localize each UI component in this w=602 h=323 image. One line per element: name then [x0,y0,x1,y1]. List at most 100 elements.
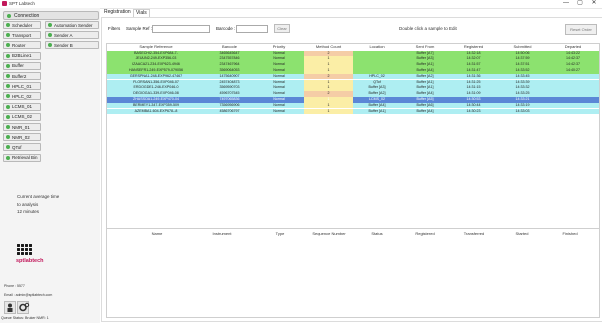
email-text: Email : admin@sptlabtech.com [4,293,53,297]
queue-table: Name Instrument Type Sequence Number Status R… [106,228,600,318]
sidebar-item-label: B2BLine1 [12,53,32,59]
sidebar-item-label: Sender A [54,32,73,38]
app-logo-icon [2,1,7,6]
sidebar-item-label: LCMS_02 [12,114,33,120]
column-header: Registered [463,44,484,49]
sidebar-item-buffer2[interactable]: Buffer2 [3,72,41,80]
avg-time-line-1: Current average time [17,194,60,199]
status-dot-icon [6,53,10,58]
sidebar-item-b2bline1[interactable]: B2BLine1 [3,51,41,60]
queue-column-header: Started [515,231,529,236]
sidebar-item-hplc-01[interactable]: HPLC_01 [3,82,41,91]
sidebar-item-label: HPLC_01 [12,83,32,89]
status-dot-icon [6,84,10,89]
reset-order-button[interactable]: Reset Order [565,24,597,35]
status-dot-icon [6,23,10,27]
logo-text: sptlabtech [16,258,44,264]
status-dot-icon [6,94,10,99]
connection-button[interactable]: Connection [3,11,99,20]
minimize-button[interactable]: — [559,0,573,8]
status-dot-icon [6,114,10,119]
column-header: Departed [564,44,582,49]
sidebar-item-label: LCMS_01 [12,104,33,110]
cell-4: Buffer [A1] [368,108,386,113]
sidebar-item-nmr-02[interactable]: NMR_02 [3,133,41,142]
status-dot-icon [6,33,10,38]
gear-icon [19,302,30,312]
sidebar-item-label: Router [12,42,26,48]
sidebar-item-hplc-02[interactable]: HPLC_02 [3,92,41,101]
sidebar-item-automation-sender[interactable]: Automation Sender [45,21,99,29]
sample-ref-input[interactable] [152,25,210,33]
sidebar-item-qtof[interactable]: QTof [3,143,41,152]
column-header: Submitted [513,44,532,49]
edit-hint: Double click a sample to Edit [399,26,457,31]
status-dot-icon [6,74,10,78]
user-icon [7,303,13,312]
sidebar-item-buffer[interactable]: Buffer [3,61,41,70]
maximize-button[interactable]: ▢ [573,0,587,8]
sidebar-item-nmr-01[interactable]: NMR_01 [3,123,41,131]
avg-time-line-3: 12 minutes [17,209,40,214]
sidebar-item-router[interactable]: Router [3,41,41,50]
sidebar-item-label: Automation Sender [54,22,93,28]
column-header: Method Count [315,44,342,49]
sidebar-item-scheduler[interactable]: Scheduler [3,21,41,29]
tab-bar: Registration Vials [100,8,602,17]
status-dot-icon [48,33,52,38]
cell-8 [547,109,599,115]
spt-logo-icon [17,244,32,258]
clear-button[interactable]: Clear [274,24,290,33]
table-header: Sample Reference Barcode Priority Method Co… [107,44,599,50]
queue-column-header: Name [151,231,163,236]
barcode-label: Barcode : [216,26,236,31]
sidebar-item-label: Scheduler [12,22,33,28]
sidebar-item-sender-a[interactable]: Sender A [45,31,99,40]
settings-button[interactable] [17,301,30,314]
sidebar-item-sender-b[interactable]: Sender B [45,41,99,50]
queue-column-header: Instrument [212,231,232,236]
queue-column-header: Status [371,231,383,236]
queue-column-header: Finished [562,231,578,236]
status-dot-icon [6,63,10,68]
status-dot-icon [6,135,10,140]
sidebar-item-label: QTof [12,144,22,150]
sidebar-item-label: Retrieval Bin [12,155,38,161]
status-dot-icon [6,145,10,150]
sidebar-item-label: Buffer [12,63,24,69]
table-row[interactable]: AZEMBA1-604-EXP678--8 4586706797 Normal 1 Bu… [107,108,599,115]
close-button[interactable]: ✕ [587,0,601,8]
sidebar-item-label: HPLC_02 [12,93,32,99]
user-settings-button[interactable] [4,301,16,314]
avg-time-line-2: to analysis [17,202,39,207]
sidebar-item-lcms-02[interactable]: LCMS_02 [3,112,41,121]
sidebar-item-lcms-01[interactable]: LCMS_01 [3,102,41,111]
status-dot-icon [6,43,10,48]
sidebar-item-label: Buffer2 [12,73,27,79]
cell-0: AZEMBA1-604-EXP678--8 [134,108,178,113]
status-dot-icon [48,43,52,48]
status-bar-text: Queue Status: Bruker NMR: 1 [1,316,49,320]
tab-vials[interactable]: Vials [133,9,150,17]
tab-registration[interactable]: Registration [102,9,133,16]
sidebar-item-label: Transport [12,32,32,38]
cell-2: Normal [273,108,285,113]
column-header: Priority [272,44,286,49]
sidebar-item-retrieval-bin[interactable]: Retrieval Bin [3,153,41,162]
status-dot-icon [6,155,10,160]
cell-5: Buffer [A4] [416,108,434,113]
phone-text: Phone : 5577 [4,284,25,288]
filters-title: Filters [108,26,121,31]
connection-label: Connection [14,13,40,19]
queue-column-header: Sequence Number [312,231,346,236]
barcode-input[interactable] [236,25,268,33]
status-dot-icon [6,125,10,129]
sidebar-item-label: NMR_01 [12,124,30,130]
cell-6: 14:30:23 [466,108,481,113]
queue-column-header: Transferred [463,231,485,236]
queue-column-header: Type [275,231,285,236]
sample-ref-label: Sample Ref : [126,26,153,31]
sidebar-item-transport[interactable]: Transport [3,31,41,40]
sidebar-item-label: NMR_02 [12,134,30,140]
cell-7: 14:33:03 [515,108,530,113]
